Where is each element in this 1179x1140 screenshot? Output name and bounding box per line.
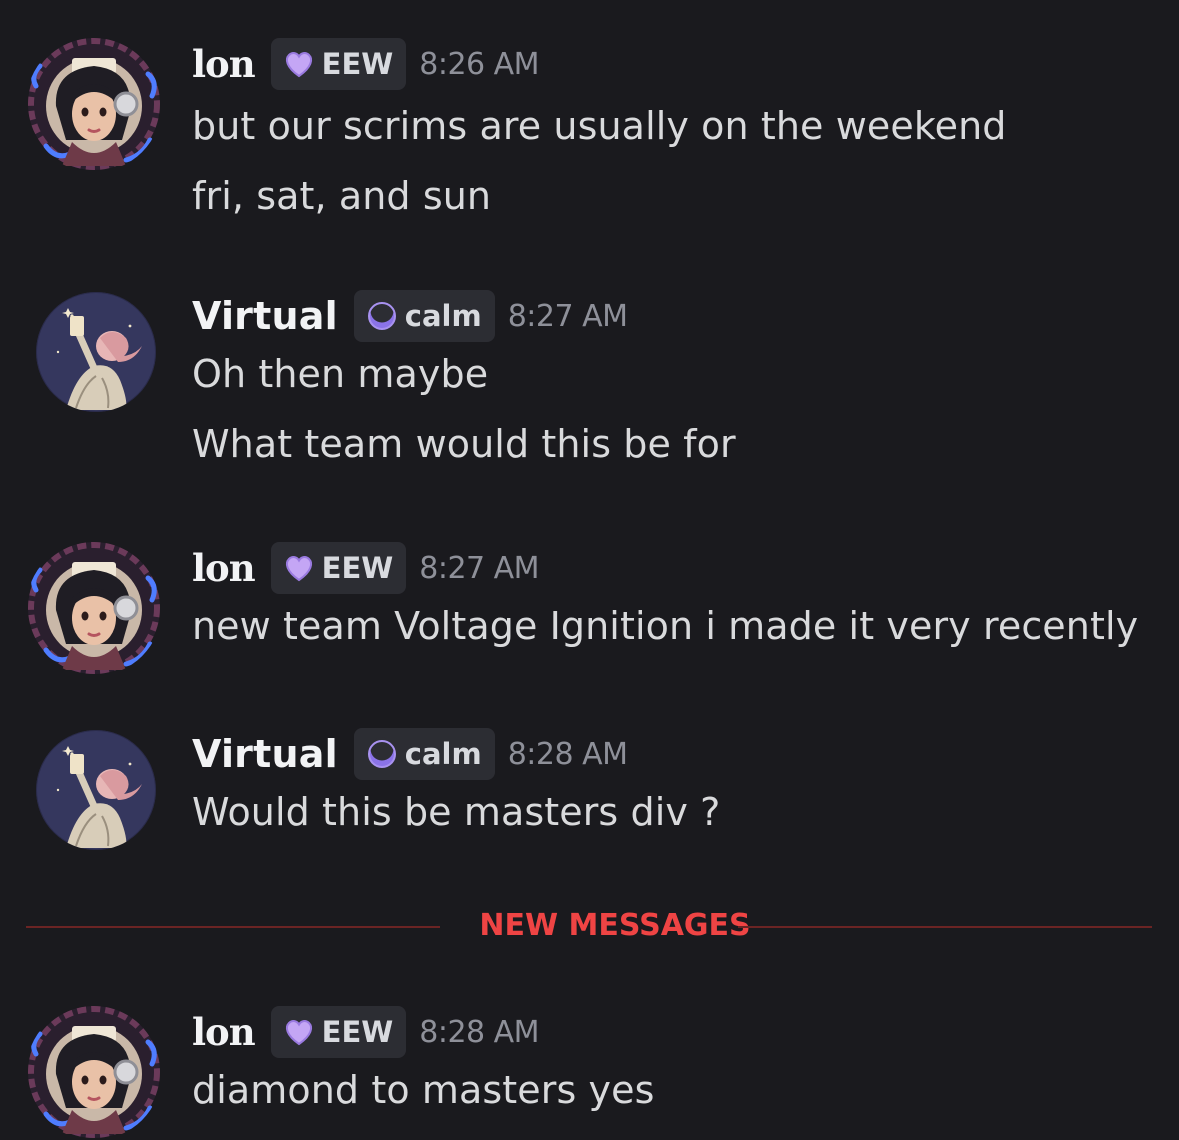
server-tag[interactable]: EEW: [270, 1006, 407, 1058]
ion-avatar-image: [26, 1004, 162, 1140]
message-header: Virtual calm 8:27 AM: [192, 288, 628, 344]
chat-area: lon EEW 8:26 AM but our scrims are usual…: [0, 0, 1179, 1140]
message-header: lon EEW 8:26 AM: [192, 36, 540, 92]
message-header: lon EEW 8:28 AM: [192, 1004, 540, 1060]
heart-icon: [285, 1020, 312, 1046]
heart-icon: [285, 556, 312, 582]
message-text: Would this be masters div ?: [192, 790, 721, 834]
username[interactable]: lon: [192, 42, 256, 86]
username[interactable]: Virtual: [192, 732, 338, 776]
tag-label: calm: [404, 737, 482, 771]
message-header: lon EEW 8:27 AM: [192, 540, 540, 596]
timestamp: 8:28 AM: [419, 1014, 540, 1050]
username[interactable]: lon: [192, 546, 256, 590]
timestamp: 8:27 AM: [507, 298, 628, 334]
timestamp: 8:26 AM: [419, 46, 540, 82]
message-text: but our scrims are usually on the weeken…: [192, 104, 1007, 148]
message-text: new team Voltage Ignition i made it very…: [192, 604, 1139, 648]
tag-label: EEW: [321, 551, 394, 585]
user-avatar[interactable]: [26, 540, 162, 676]
new-messages-label: NEW MESSAGES: [479, 908, 751, 943]
message-text: fri, sat, and sun: [192, 174, 492, 218]
tag-label: EEW: [321, 1015, 394, 1049]
tag-label: calm: [404, 299, 482, 333]
heart-icon: [285, 52, 312, 78]
moon-icon: [367, 299, 396, 330]
user-avatar[interactable]: [36, 730, 156, 850]
virtual-avatar-image: [36, 730, 156, 850]
new-messages-divider: NEW MESSAGES: [26, 904, 1152, 948]
server-tag[interactable]: EEW: [270, 38, 407, 90]
tag-label: EEW: [321, 47, 394, 81]
message-text: What team would this be for: [192, 422, 736, 466]
divider-line-left: [26, 926, 440, 928]
message-text: diamond to masters yes: [192, 1068, 655, 1112]
user-avatar[interactable]: [36, 292, 156, 412]
message-text: Oh then maybe: [192, 352, 489, 396]
server-tag[interactable]: EEW: [270, 542, 407, 594]
ion-avatar-image: [26, 540, 162, 676]
moon-icon: [367, 737, 396, 768]
message-header: Virtual calm 8:28 AM: [192, 726, 628, 782]
server-tag[interactable]: calm: [353, 728, 495, 780]
divider-line-right: [738, 926, 1152, 928]
username[interactable]: Virtual: [192, 294, 338, 338]
timestamp: 8:27 AM: [419, 550, 540, 586]
user-avatar[interactable]: [26, 1004, 162, 1140]
timestamp: 8:28 AM: [507, 736, 628, 772]
ion-avatar-image: [26, 36, 162, 172]
virtual-avatar-image: [36, 292, 156, 412]
username[interactable]: lon: [192, 1010, 256, 1054]
server-tag[interactable]: calm: [353, 290, 495, 342]
user-avatar[interactable]: [26, 36, 162, 172]
